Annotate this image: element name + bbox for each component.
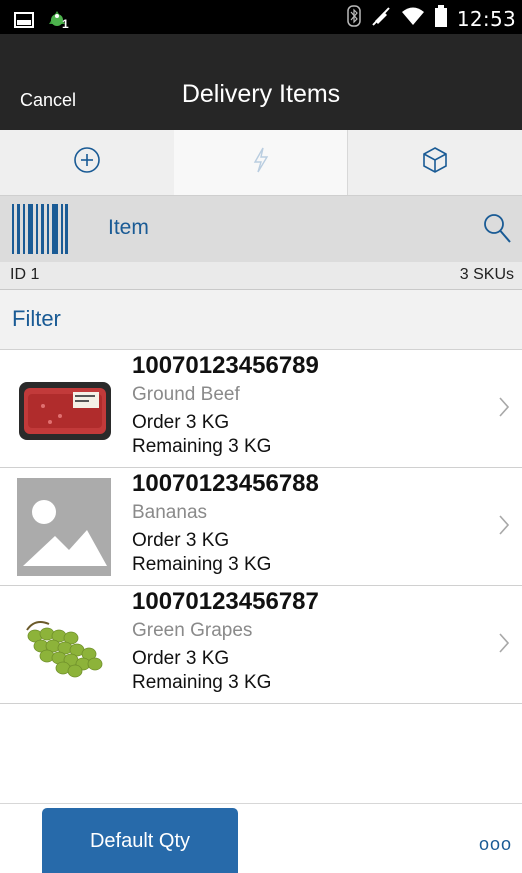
default-qty-button[interactable]: Default Qty [42,808,238,873]
title-bar: Delivery Items Cancel [0,34,522,130]
image-icon [14,11,34,34]
mute-icon [371,5,391,32]
scan-bar: Item [0,196,522,262]
lightning-icon [251,146,271,179]
status-bar: 1 12:53 [0,0,522,34]
wifi-icon [401,6,425,31]
ground-beef-image [15,372,115,448]
item-order: Order 3 KG [132,530,230,551]
chevron-right-icon [498,632,510,659]
tab-add[interactable] [0,130,174,195]
item-list: 10070123456789 Ground Beef Order 3 KG Re… [0,350,522,704]
item-order: Order 3 KG [132,648,230,669]
filter-button[interactable]: Filter [12,306,61,332]
add-circle-icon [72,145,102,180]
status-time: 12:53 [456,6,516,31]
item-order: Order 3 KG [132,412,230,433]
search-icon[interactable] [482,212,512,249]
list-item[interactable]: 10070123456787 Green Grapes Order 3 KG R… [0,586,522,704]
item-remaining: Remaining 3 KG [132,554,272,575]
sku-count: 3 SKUs [459,266,514,283]
filter-row: Filter [0,290,522,350]
more-options-button[interactable]: ooo [479,834,512,855]
tab-bar [0,130,522,196]
notification-badge: 1 [62,17,69,31]
item-description: Ground Beef [132,384,240,405]
item-remaining: Remaining 3 KG [132,672,272,693]
list-item[interactable]: 10070123456789 Ground Beef Order 3 KG Re… [0,350,522,468]
item-remaining: Remaining 3 KG [132,436,272,457]
summary-row: ID 1 3 SKUs [0,262,522,290]
battery-icon [434,5,447,32]
tab-box[interactable] [348,130,522,195]
item-description: Bananas [132,502,208,523]
item-sku: 10070123456788 [132,470,319,497]
status-right: 12:53 [347,5,516,32]
item-scan-label[interactable]: Item [108,216,149,240]
page-title: Delivery Items [181,80,341,108]
footer-bar: Default Qty ooo [0,803,522,873]
barcode-icon[interactable] [12,204,68,259]
screen: 1 12:53 Delivery Items Cancel Item ID 1 … [0,0,522,873]
green-grapes-image [15,608,115,684]
cancel-button[interactable]: Cancel [20,90,76,111]
item-description: Green Grapes [132,620,253,641]
chevron-right-icon [498,514,510,541]
item-sku: 10070123456787 [132,588,319,615]
chevron-right-icon [498,396,510,423]
box-icon [420,145,450,180]
tab-lightning[interactable] [173,130,349,195]
list-item[interactable]: 10070123456788 Bananas Order 3 KG Remain… [0,468,522,586]
placeholder-image [17,478,111,576]
item-sku: 10070123456789 [132,352,319,379]
delivery-id: ID 1 [10,266,40,283]
bluetooth-icon [347,5,361,32]
